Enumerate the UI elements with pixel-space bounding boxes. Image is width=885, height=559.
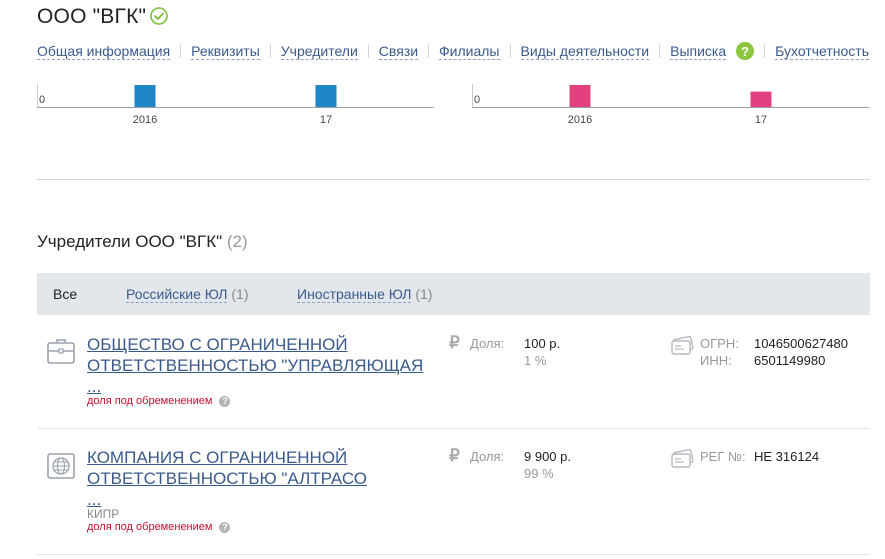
founder-name-link[interactable]: КОМПАНИЯ С ОГРАНИЧЕННОЙ ОТВЕТСТВЕННОСТЬЮ… (87, 447, 437, 510)
chart-tick-label: 17 (755, 114, 767, 126)
share-value: 9 900 р. (524, 449, 571, 464)
share-value: 100 р. (524, 336, 561, 351)
share-label: Доля: (470, 449, 505, 464)
filter-russian[interactable]: Российские ЮЛ (1) (126, 286, 249, 303)
chart-bar (315, 85, 337, 107)
question-icon[interactable]: ? (219, 521, 231, 533)
founder-country: КИПР (87, 507, 120, 521)
nav-branches[interactable]: Филиалы (439, 43, 500, 60)
encumbrance-note: доля под обременением ? (87, 521, 231, 533)
founder-name-line3[interactable]: ... (87, 489, 437, 510)
founder-name-line1[interactable]: КОМПАНИЯ С ОГРАНИЧЕННОЙ (87, 447, 437, 468)
reg-number-label: РЕГ №: (700, 449, 746, 464)
filter-russian-count: (1) (231, 286, 249, 302)
encumbrance-note-text: доля под обременением (87, 395, 213, 407)
id-card-icon (671, 336, 694, 355)
chart-bar (569, 85, 591, 107)
chart-zero-label: 0 (474, 94, 480, 106)
chart-bar (134, 85, 156, 107)
id-card-icon (671, 449, 694, 468)
ogrn-value: 1046500627480 (754, 336, 848, 351)
founder-name-link[interactable]: ОБЩЕСТВО С ОГРАНИЧЕННОЙ ОТВЕТСТВЕННОСТЬЮ… (87, 334, 437, 397)
chart-zero-label: 0 (39, 94, 45, 106)
filter-all[interactable]: Все (53, 286, 77, 302)
share-percent: 99 % (524, 466, 554, 481)
company-title: ООО "ВГК" (37, 5, 147, 28)
nav-general-info[interactable]: Общая информация (37, 43, 171, 60)
help-icon[interactable]: ? (736, 42, 755, 60)
nav-separator (764, 44, 766, 58)
nav-accounting[interactable]: Бухотчетность (775, 43, 870, 60)
nav-links[interactable]: Связи (378, 43, 419, 60)
ruble-icon: ₽ (449, 446, 460, 465)
filter-russian-label[interactable]: Российские ЮЛ (126, 286, 228, 303)
section-nav: Общая информация Реквизиты Учредители Св… (37, 41, 870, 61)
founders-title: Учредители ООО "ВГК" (2) (37, 232, 248, 252)
verified-check-icon (150, 7, 168, 25)
share-percent: 1 % (524, 353, 547, 368)
nav-separator (509, 44, 511, 58)
encumbrance-note: доля под обременением ? (87, 395, 231, 407)
inn-label: ИНН: (700, 353, 732, 368)
encumbrance-note-text: доля под обременением (87, 521, 213, 533)
nav-requisites[interactable]: Реквизиты (191, 43, 260, 60)
chart-left-svg: 0 2016 17 (37, 84, 434, 126)
chart-tick-label: 2016 (568, 114, 592, 126)
ogrn-label: ОГРН: (700, 336, 739, 351)
chart-right-svg: 0 2016 17 (472, 84, 869, 126)
question-icon[interactable]: ? (219, 395, 231, 407)
nav-separator (269, 44, 271, 58)
ruble-icon: ₽ (449, 333, 460, 352)
founder-name-line2[interactable]: ОТВЕТСТВЕННОСТЬЮ "УПРАВЛЯЮЩАЯ (87, 355, 437, 376)
reg-number-value: НЕ 316124 (754, 449, 820, 464)
filter-foreign[interactable]: Иностранные ЮЛ (1) (297, 286, 433, 303)
share-label: Доля: (470, 336, 505, 351)
founders-filter-bar: Все Российские ЮЛ (1) Иностранные ЮЛ (1) (37, 273, 870, 315)
nav-activities[interactable]: Виды деятельности (520, 43, 650, 60)
chart-tick-label: 2016 (133, 114, 157, 126)
founder-name-line1[interactable]: ОБЩЕСТВО С ОГРАНИЧЕННОЙ (87, 334, 437, 355)
chart-right: 0 2016 17 (472, 84, 872, 144)
founder-name-line3[interactable]: ... (87, 376, 437, 397)
inn-value: 6501149980 (754, 353, 826, 368)
nav-separator (428, 44, 430, 58)
chart-bar (750, 91, 772, 107)
row-separator (37, 428, 870, 429)
founders-title-text: Учредители ООО "ВГК" (37, 232, 223, 251)
filter-foreign-count: (1) (415, 286, 433, 302)
globe-building-icon (47, 453, 75, 479)
founders-count: (2) (226, 232, 248, 251)
chart-tick-label: 17 (320, 114, 332, 126)
row-separator (37, 554, 870, 555)
chart-left: 0 2016 17 (37, 84, 437, 144)
nav-separator (180, 44, 182, 58)
nav-founders[interactable]: Учредители (280, 43, 358, 60)
nav-separator (367, 44, 369, 58)
filter-foreign-label[interactable]: Иностранные ЮЛ (297, 286, 412, 303)
section-divider (37, 179, 870, 180)
nav-extract[interactable]: Выписка (670, 43, 727, 60)
founder-name-line2[interactable]: ОТВЕТСТВЕННОСТЬЮ "АЛТРАСО (87, 468, 437, 489)
nav-separator (659, 44, 661, 58)
briefcase-icon (47, 339, 75, 364)
